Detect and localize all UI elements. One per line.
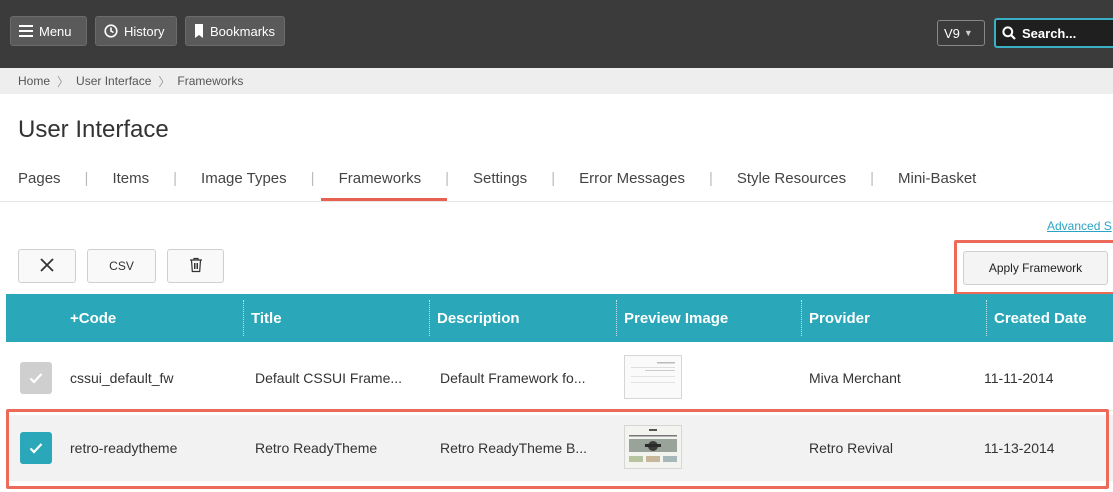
menu-label: Menu bbox=[39, 23, 72, 39]
cell-description: Retro ReadyTheme B... bbox=[440, 440, 588, 456]
history-button[interactable]: History bbox=[95, 16, 177, 46]
search-icon bbox=[1002, 26, 1016, 40]
chevron-right-icon: 〉 bbox=[158, 74, 171, 89]
chevron-right-icon: 〉 bbox=[57, 74, 70, 89]
breadcrumb: Home 〉 User Interface 〉 Frameworks bbox=[0, 68, 1113, 94]
top-bar: Menu History Bookmarks V9 ▼ Search... bbox=[0, 0, 1113, 68]
table-header: +Code Title Description Preview Image Pr… bbox=[6, 294, 1113, 342]
breadcrumb-user-interface[interactable]: User Interface bbox=[76, 74, 151, 88]
column-header-provider[interactable]: Provider bbox=[801, 294, 870, 342]
tab-settings[interactable]: Settings bbox=[473, 166, 527, 197]
bookmarks-button[interactable]: Bookmarks bbox=[185, 16, 285, 46]
tab-mini-basket[interactable]: Mini-Basket bbox=[898, 166, 976, 197]
breadcrumb-frameworks: Frameworks bbox=[177, 74, 244, 88]
cell-description: Default Framework fo... bbox=[440, 370, 586, 386]
history-label: History bbox=[124, 23, 165, 39]
bookmark-icon bbox=[194, 24, 204, 38]
tab-style-resources[interactable]: Style Resources bbox=[737, 166, 846, 197]
clock-icon bbox=[104, 24, 118, 38]
table-row[interactable]: cssui_default_fw Default CSSUI Frame... … bbox=[6, 345, 1113, 411]
version-select[interactable]: V9 ▼ bbox=[937, 20, 985, 46]
cell-created-date: 11-13-2014 bbox=[984, 440, 1055, 456]
cell-provider: Retro Revival bbox=[809, 440, 894, 456]
column-header-title-label: Title bbox=[251, 309, 282, 327]
cell-code: cssui_default_fw bbox=[70, 370, 174, 386]
tab-bar: Pages | Items | Image Types | Frameworks… bbox=[18, 166, 976, 201]
column-header-preview-image[interactable]: Preview Image bbox=[616, 294, 729, 342]
cell-title: Retro ReadyTheme bbox=[255, 440, 378, 456]
preview-thumbnail[interactable] bbox=[624, 355, 682, 399]
preview-image-icon bbox=[625, 426, 681, 468]
cell-provider: Miva Merchant bbox=[809, 370, 901, 386]
advanced-search-link[interactable]: Advanced S bbox=[1047, 219, 1112, 233]
column-header-created-date-label: Created Date bbox=[994, 309, 1087, 327]
hamburger-icon bbox=[19, 25, 33, 37]
cell-code: retro-readytheme bbox=[70, 440, 178, 456]
column-header-provider-label: Provider bbox=[809, 309, 870, 327]
csv-button[interactable]: CSV bbox=[87, 249, 156, 283]
menu-button[interactable]: Menu bbox=[10, 16, 87, 46]
delete-button[interactable] bbox=[167, 249, 224, 283]
preview-thumbnail[interactable] bbox=[624, 425, 682, 469]
breadcrumb-home[interactable]: Home bbox=[18, 74, 50, 88]
page-title: User Interface bbox=[18, 116, 169, 143]
cell-title: Default CSSUI Frame... bbox=[255, 370, 403, 386]
table-row[interactable]: retro-readytheme Retro ReadyTheme Retro … bbox=[6, 415, 1113, 481]
tabs-divider bbox=[0, 201, 1113, 202]
tab-error-messages[interactable]: Error Messages bbox=[579, 166, 685, 197]
preview-image-icon bbox=[625, 356, 681, 398]
cell-created-date: 11-11-2014 bbox=[984, 370, 1054, 386]
tab-pages[interactable]: Pages bbox=[18, 166, 61, 197]
column-header-created-date[interactable]: Created Date bbox=[986, 294, 1087, 342]
row-checkbox[interactable] bbox=[20, 362, 52, 394]
close-icon bbox=[39, 257, 55, 276]
apply-framework-button[interactable]: Apply Framework bbox=[963, 251, 1108, 285]
caret-down-icon: ▼ bbox=[963, 28, 973, 38]
column-header-code[interactable]: +Code bbox=[70, 294, 116, 342]
check-icon bbox=[29, 443, 43, 454]
column-header-description-label: Description bbox=[437, 309, 520, 327]
tab-frameworks[interactable]: Frameworks bbox=[320, 166, 447, 201]
tab-image-types[interactable]: Image Types bbox=[201, 166, 287, 197]
column-header-preview-image-label: Preview Image bbox=[624, 309, 729, 327]
check-icon bbox=[29, 373, 43, 384]
trash-icon bbox=[189, 257, 203, 276]
search-input[interactable]: Search... bbox=[994, 18, 1113, 48]
tab-items[interactable]: Items bbox=[112, 166, 149, 197]
search-placeholder: Search... bbox=[1022, 25, 1077, 41]
row-checkbox[interactable] bbox=[20, 432, 52, 464]
column-header-title[interactable]: Title bbox=[243, 294, 282, 342]
column-header-description[interactable]: Description bbox=[429, 294, 520, 342]
version-value: V9 bbox=[944, 25, 960, 41]
clear-selection-button[interactable] bbox=[18, 249, 76, 283]
bookmarks-label: Bookmarks bbox=[210, 23, 276, 39]
